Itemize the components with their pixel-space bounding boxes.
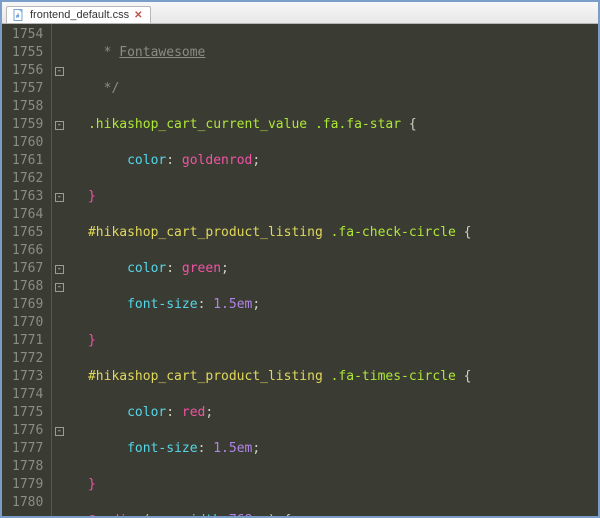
fold-slot: - <box>52 62 66 80</box>
code-line: font-size: 1.5em; <box>72 296 598 314</box>
fold-slot: - <box>52 260 66 278</box>
line-number: 1765 <box>12 224 43 242</box>
code-line: #hikashop_cart_product_listing .fa-check… <box>72 224 598 242</box>
line-number: 1767 <box>12 260 43 278</box>
code-line: color: red; <box>72 404 598 422</box>
fold-toggle-icon[interactable]: - <box>55 121 64 130</box>
fold-slot: - <box>52 116 66 134</box>
fold-slot <box>52 134 66 152</box>
fold-toggle-icon[interactable]: - <box>55 193 64 202</box>
line-number: 1762 <box>12 170 43 188</box>
code-line: @media (max-width:768px) { <box>72 512 598 516</box>
line-number: 1773 <box>12 368 43 386</box>
tab-bar: # frontend_default.css ✕ <box>2 2 598 24</box>
fold-slot <box>52 476 66 494</box>
line-number: 1760 <box>12 134 43 152</box>
fold-slot <box>52 224 66 242</box>
fold-gutter: - - - - - - <box>52 24 66 516</box>
line-number: 1761 <box>12 152 43 170</box>
line-number: 1757 <box>12 80 43 98</box>
code-line: * Fontawesome <box>72 44 598 62</box>
fold-slot <box>52 440 66 458</box>
code-line: color: green; <box>72 260 598 278</box>
line-number: 1774 <box>12 386 43 404</box>
editor-window: # frontend_default.css ✕ 175417551756175… <box>0 0 600 518</box>
fold-slot <box>52 44 66 62</box>
fold-slot <box>52 152 66 170</box>
fold-slot <box>52 332 66 350</box>
line-number: 1779 <box>12 476 43 494</box>
css-file-icon: # <box>13 9 25 21</box>
fold-toggle-icon[interactable]: - <box>55 427 64 436</box>
code-line: color: goldenrod; <box>72 152 598 170</box>
code-editor[interactable]: 1754175517561757175817591760176117621763… <box>2 24 598 516</box>
close-icon[interactable]: ✕ <box>134 10 142 21</box>
code-line: font-size: 1.5em; <box>72 440 598 458</box>
line-number: 1764 <box>12 206 43 224</box>
line-number: 1754 <box>12 26 43 44</box>
line-number: 1776 <box>12 422 43 440</box>
code-line: } <box>72 188 598 206</box>
line-number: 1756 <box>12 62 43 80</box>
code-line: } <box>72 476 598 494</box>
fold-slot: - <box>52 188 66 206</box>
fold-slot <box>52 458 66 476</box>
line-number: 1780 <box>12 494 43 512</box>
fold-slot <box>52 80 66 98</box>
file-tab[interactable]: # frontend_default.css ✕ <box>6 6 151 23</box>
fold-slot <box>52 296 66 314</box>
line-number: 1763 <box>12 188 43 206</box>
code-line: .hikashop_cart_current_value .fa.fa-star… <box>72 116 598 134</box>
fold-slot <box>52 404 66 422</box>
fold-toggle-icon[interactable]: - <box>55 67 64 76</box>
fold-slot <box>52 494 66 512</box>
line-number: 1768 <box>12 278 43 296</box>
line-number: 1775 <box>12 404 43 422</box>
line-number: 1777 <box>12 440 43 458</box>
line-number: 1766 <box>12 242 43 260</box>
code-line: } <box>72 332 598 350</box>
fold-slot <box>52 350 66 368</box>
fold-slot: - <box>52 422 66 440</box>
line-number: 1769 <box>12 296 43 314</box>
fold-slot <box>52 386 66 404</box>
fold-slot <box>52 206 66 224</box>
fold-slot <box>52 26 66 44</box>
code-line: #hikashop_cart_product_listing .fa-times… <box>72 368 598 386</box>
code-line: */ <box>72 80 598 98</box>
fold-slot <box>52 242 66 260</box>
line-number: 1772 <box>12 350 43 368</box>
fold-toggle-icon[interactable]: - <box>55 283 64 292</box>
tab-filename: frontend_default.css <box>30 9 129 21</box>
line-number: 1770 <box>12 314 43 332</box>
fold-slot <box>52 314 66 332</box>
line-number: 1778 <box>12 458 43 476</box>
code-area[interactable]: * Fontawesome */ .hikashop_cart_current_… <box>66 24 598 516</box>
line-number: 1755 <box>12 44 43 62</box>
line-number: 1758 <box>12 98 43 116</box>
fold-slot: - <box>52 278 66 296</box>
fold-slot <box>52 368 66 386</box>
line-number: 1771 <box>12 332 43 350</box>
fold-toggle-icon[interactable]: - <box>55 265 64 274</box>
fold-slot <box>52 170 66 188</box>
fold-slot <box>52 98 66 116</box>
line-number: 1759 <box>12 116 43 134</box>
line-number-gutter: 1754175517561757175817591760176117621763… <box>2 24 52 516</box>
